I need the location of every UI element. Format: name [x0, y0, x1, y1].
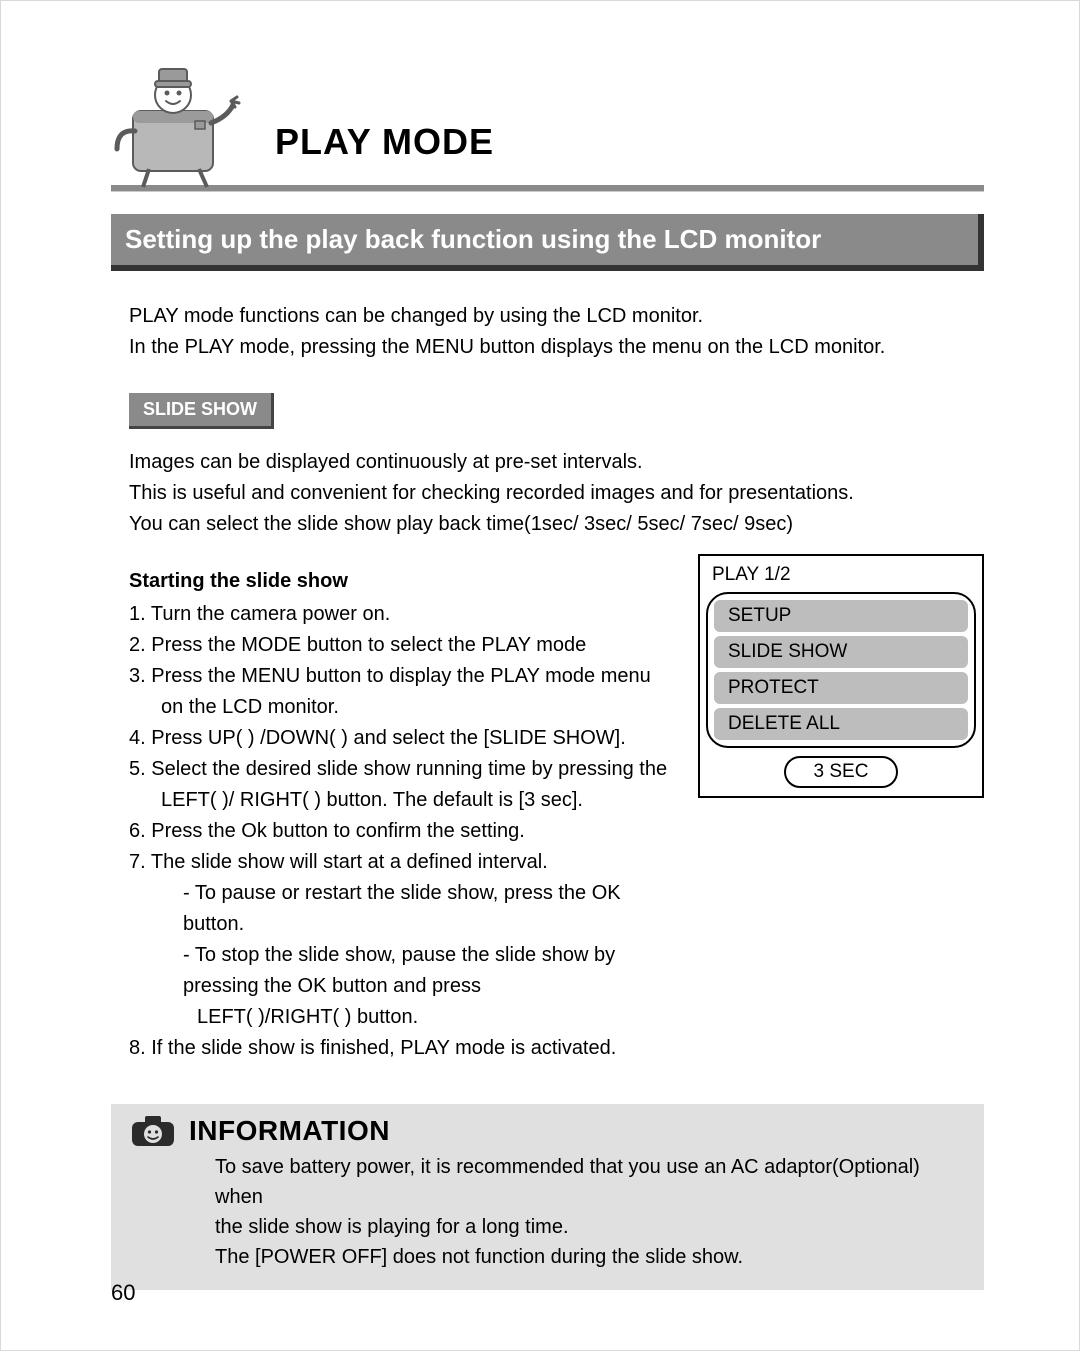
step-item-cont: LEFT( )/ RIGHT( ) button. The default is…	[129, 785, 672, 816]
step-item: 2. Press the MODE button to select the P…	[129, 630, 672, 661]
desc-line: You can select the slide show play back …	[129, 509, 984, 540]
lcd-menu-items: SETUP SLIDE SHOW PROTECT DELETE ALL	[706, 592, 976, 748]
info-line: The [POWER OFF] does not function during…	[215, 1242, 964, 1272]
intro-text: PLAY mode functions can be changed by us…	[111, 301, 984, 363]
information-heading: INFORMATION	[131, 1114, 964, 1148]
desc-line: This is useful and convenient for checki…	[129, 478, 984, 509]
page-number: 60	[111, 1280, 135, 1306]
lcd-menu-item: DELETE ALL	[714, 708, 968, 740]
slide-show-description: Images can be displayed continuously at …	[111, 447, 984, 540]
step-sub-item-cont: LEFT( )/RIGHT( ) button.	[129, 1002, 672, 1033]
step-item: 6. Press the Ok button to confirm the se…	[129, 816, 672, 847]
intro-line: In the PLAY mode, pressing the MENU butt…	[129, 332, 984, 363]
step-item: 1. Turn the camera power on.	[129, 599, 672, 630]
intro-line: PLAY mode functions can be changed by us…	[129, 301, 984, 332]
section-heading-bar: Setting up the play back function using …	[111, 214, 984, 271]
slide-show-tag: SLIDE SHOW	[129, 393, 274, 429]
desc-line: Images can be displayed continuously at …	[129, 447, 984, 478]
title-row: PLAY MODE	[111, 41, 984, 191]
step-item: 3. Press the MENU button to display the …	[129, 661, 672, 692]
manual-page: PLAY MODE Setting up the play back funct…	[0, 0, 1080, 1351]
lcd-value-row: 3 SEC	[706, 756, 976, 788]
page-title: PLAY MODE	[275, 121, 494, 191]
page-header: PLAY MODE	[111, 41, 984, 192]
steps-and-lcd: Starting the slide show 1. Turn the came…	[111, 552, 984, 1064]
step-item: 8. If the slide show is finished, PLAY m…	[129, 1033, 672, 1064]
step-item: 7. The slide show will start at a define…	[129, 847, 672, 878]
step-sub-item: - To stop the slide show, pause the slid…	[129, 940, 672, 1002]
information-body: To save battery power, it is recommended…	[131, 1152, 964, 1272]
info-line: To save battery power, it is recommended…	[215, 1152, 964, 1212]
camera-icon	[131, 1114, 175, 1148]
lcd-value-pill: 3 SEC	[784, 756, 898, 788]
lcd-menu-item: SLIDE SHOW	[714, 636, 968, 668]
information-box: INFORMATION To save battery power, it is…	[111, 1104, 984, 1290]
lcd-title: PLAY 1/2	[706, 560, 976, 592]
step-item-cont: on the LCD monitor.	[129, 692, 672, 723]
lcd-menu-item: PROTECT	[714, 672, 968, 704]
lcd-menu-item: SETUP	[714, 600, 968, 632]
lcd-menu: PLAY 1/2 SETUP SLIDE SHOW PROTECT DELETE…	[698, 554, 984, 798]
info-line: the slide show is playing for a long tim…	[215, 1212, 964, 1242]
information-label: INFORMATION	[189, 1115, 390, 1147]
step-item: 5. Select the desired slide show running…	[129, 754, 672, 785]
mascot-icon	[111, 41, 251, 191]
step-sub-item: - To pause or restart the slide show, pr…	[129, 878, 672, 940]
steps-subheading: Starting the slide show	[129, 566, 672, 597]
step-item: 4. Press UP( ) /DOWN( ) and select the […	[129, 723, 672, 754]
steps-column: Starting the slide show 1. Turn the came…	[111, 552, 672, 1064]
